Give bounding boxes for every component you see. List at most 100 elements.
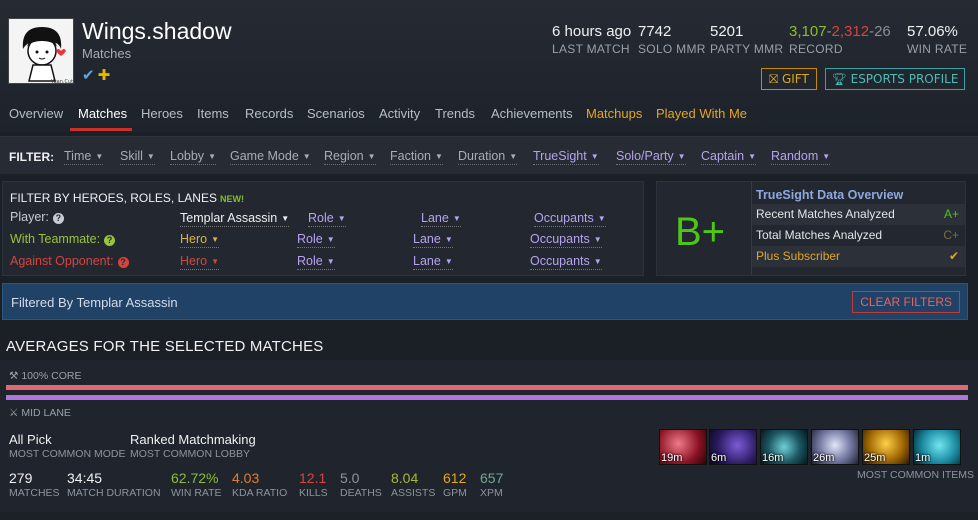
truesight-row-grade: C+ <box>943 228 959 242</box>
caret-down-icon: ▼ <box>146 152 155 161</box>
teammate-role-value: Role <box>297 232 323 246</box>
tab-scenarios[interactable]: Scenarios <box>307 106 365 121</box>
player-occupants-select[interactable]: Occupants ▼ <box>534 211 606 227</box>
teammate-hero-select[interactable]: Hero ▼ <box>180 232 220 248</box>
gift-button[interactable]: ⛝ GIFT <box>761 68 817 90</box>
blink-dagger-icon[interactable]: 1m <box>913 429 961 465</box>
truesight-grade: B+ <box>675 210 726 254</box>
hero-filter-title-text: FILTER BY HEROES, ROLES, LANES <box>10 191 217 205</box>
opponent-lane-select[interactable]: Lane ▼ <box>413 254 453 270</box>
player-role-value: Role <box>308 211 334 225</box>
teammate-lane-select[interactable]: Lane ▼ <box>413 232 453 248</box>
avg-xpm-value: 657 <box>480 470 504 486</box>
tab-matchups[interactable]: Matchups <box>586 106 642 121</box>
lane-bar-mid <box>6 395 968 400</box>
opponent-occupants-select[interactable]: Occupants ▼ <box>530 254 602 270</box>
caret-down-icon: ▼ <box>281 214 290 223</box>
player-badges: ✔ ✚ <box>82 66 110 84</box>
filter-label: FILTER: <box>9 150 55 164</box>
tab-matches[interactable]: Matches <box>78 106 127 121</box>
truesight-row: Total Matches Analyzed C+ <box>752 225 965 246</box>
core-role-label: ⚒ 100% CORE <box>9 370 81 382</box>
avg-matches-label: MATCHES <box>9 487 60 499</box>
clear-filters-button[interactable]: CLEAR FILTERS <box>852 291 960 313</box>
filter-random[interactable]: Random ▼ <box>771 149 831 165</box>
caret-down-icon: ▼ <box>302 152 311 161</box>
caret-down-icon: ▼ <box>593 257 602 266</box>
truesight-title[interactable]: TrueSight Data Overview <box>752 182 965 204</box>
desolator-icon[interactable]: 16m <box>760 429 808 465</box>
teammate-occupants-select[interactable]: Occupants ▼ <box>530 232 602 248</box>
tab-overview[interactable]: Overview <box>9 106 63 121</box>
stat-label: PARTY MMR <box>710 42 784 56</box>
stat-value: 5201 <box>710 23 744 40</box>
avatar[interactable]: Yuan.Cuty <box>8 18 74 84</box>
black-king-bar-icon[interactable]: 26m <box>811 429 859 465</box>
truesight-row-label: Plus Subscriber <box>756 249 841 263</box>
player-role-select[interactable]: Role ▼ <box>308 211 346 227</box>
record-losses: 2,312 <box>831 23 870 40</box>
player-row-text: Player: <box>10 210 49 224</box>
help-icon[interactable]: ? <box>52 213 64 224</box>
item-time: 6m <box>711 452 727 464</box>
item-time: 16m <box>762 452 784 464</box>
stat-last-match: 6 hours ago LAST MATCH <box>552 23 631 56</box>
avg-xpm-label: XPM <box>480 487 503 499</box>
filter-solo-party-label: Solo/Party <box>616 149 674 163</box>
filter-solo-party[interactable]: Solo/Party ▼ <box>616 149 686 165</box>
filter-captain[interactable]: Captain ▼ <box>701 149 757 165</box>
caret-down-icon: ▼ <box>326 257 335 266</box>
filter-truesight[interactable]: TrueSight ▼ <box>533 149 599 165</box>
truesight-row-label: Total Matches Analyzed <box>756 228 883 242</box>
avg-kda-value: 4.03 <box>232 470 260 486</box>
power-treads-icon[interactable]: 6m <box>709 429 757 465</box>
tab-trends[interactable]: Trends <box>435 106 475 121</box>
caret-down-icon: ▼ <box>509 152 518 161</box>
opponent-hero-select[interactable]: Hero ▼ <box>180 254 220 270</box>
tab-played-with-me[interactable]: Played With Me <box>656 106 747 121</box>
filter-time[interactable]: Time ▼ <box>64 149 104 165</box>
filter-duration[interactable]: Duration ▼ <box>458 149 518 165</box>
tab-heroes[interactable]: Heroes <box>141 106 183 121</box>
tab-records[interactable]: Records <box>245 106 293 121</box>
avg-kills-value: 12.1 <box>299 470 327 486</box>
profile-nav: Overview Matches Heroes Items Records Sc… <box>0 98 978 130</box>
opponent-role-select[interactable]: Role ▼ <box>297 254 335 270</box>
filter-region[interactable]: Region ▼ <box>324 149 376 165</box>
caret-down-icon: ▼ <box>444 257 453 266</box>
help-icon[interactable]: ? <box>104 235 116 246</box>
filter-duration-label: Duration <box>458 149 506 163</box>
stat-label: SOLO MMR <box>638 42 706 56</box>
new-badge: NEW! <box>219 194 244 204</box>
filter-faction-label: Faction <box>390 149 431 163</box>
avg-duration-value: 34:45 <box>67 470 103 486</box>
player-hero-select[interactable]: Templar Assassin ▼ <box>180 211 290 227</box>
dragon-lance-icon[interactable]: 19m <box>659 429 707 465</box>
item-time: 19m <box>661 452 683 464</box>
help-icon[interactable]: ? <box>117 257 129 268</box>
stat-label: WIN RATE <box>907 42 968 56</box>
avg-assists-label: ASSISTS <box>391 487 436 499</box>
player-lane-select[interactable]: Lane ▼ <box>421 211 461 227</box>
tab-items[interactable]: Items <box>197 106 229 121</box>
filter-faction[interactable]: Faction ▼ <box>390 149 443 165</box>
tab-activity[interactable]: Activity <box>379 106 420 121</box>
esports-profile-button[interactable]: 🏆︎ ESPORTS PROFILE <box>825 68 965 90</box>
svg-text:Yuan.Cuty: Yuan.Cuty <box>50 79 74 84</box>
butterfly-icon[interactable]: 25m <box>862 429 910 465</box>
active-filter-bar: Filtered By Templar Assassin CLEAR FILTE… <box>2 283 968 320</box>
caret-down-icon: ▼ <box>208 152 216 161</box>
player-lane-value: Lane <box>421 211 449 225</box>
lane-label: ⚔ MID LANE <box>9 407 71 419</box>
tab-achievements[interactable]: Achievements <box>491 106 573 121</box>
avg-deaths-value: 5.0 <box>340 470 360 486</box>
teammate-role-select[interactable]: Role ▼ <box>297 232 335 248</box>
active-tab-indicator <box>70 128 132 131</box>
filter-skill[interactable]: Skill ▼ <box>120 149 155 165</box>
avg-kills-label: KILLS <box>299 487 328 499</box>
avg-winrate-label: WIN RATE <box>171 487 222 499</box>
caret-down-icon: ▼ <box>326 235 335 244</box>
filter-lobby[interactable]: Lobby ▼ <box>170 149 216 165</box>
filter-skill-label: Skill <box>120 149 143 163</box>
filter-game-mode[interactable]: Game Mode ▼ <box>230 149 311 165</box>
